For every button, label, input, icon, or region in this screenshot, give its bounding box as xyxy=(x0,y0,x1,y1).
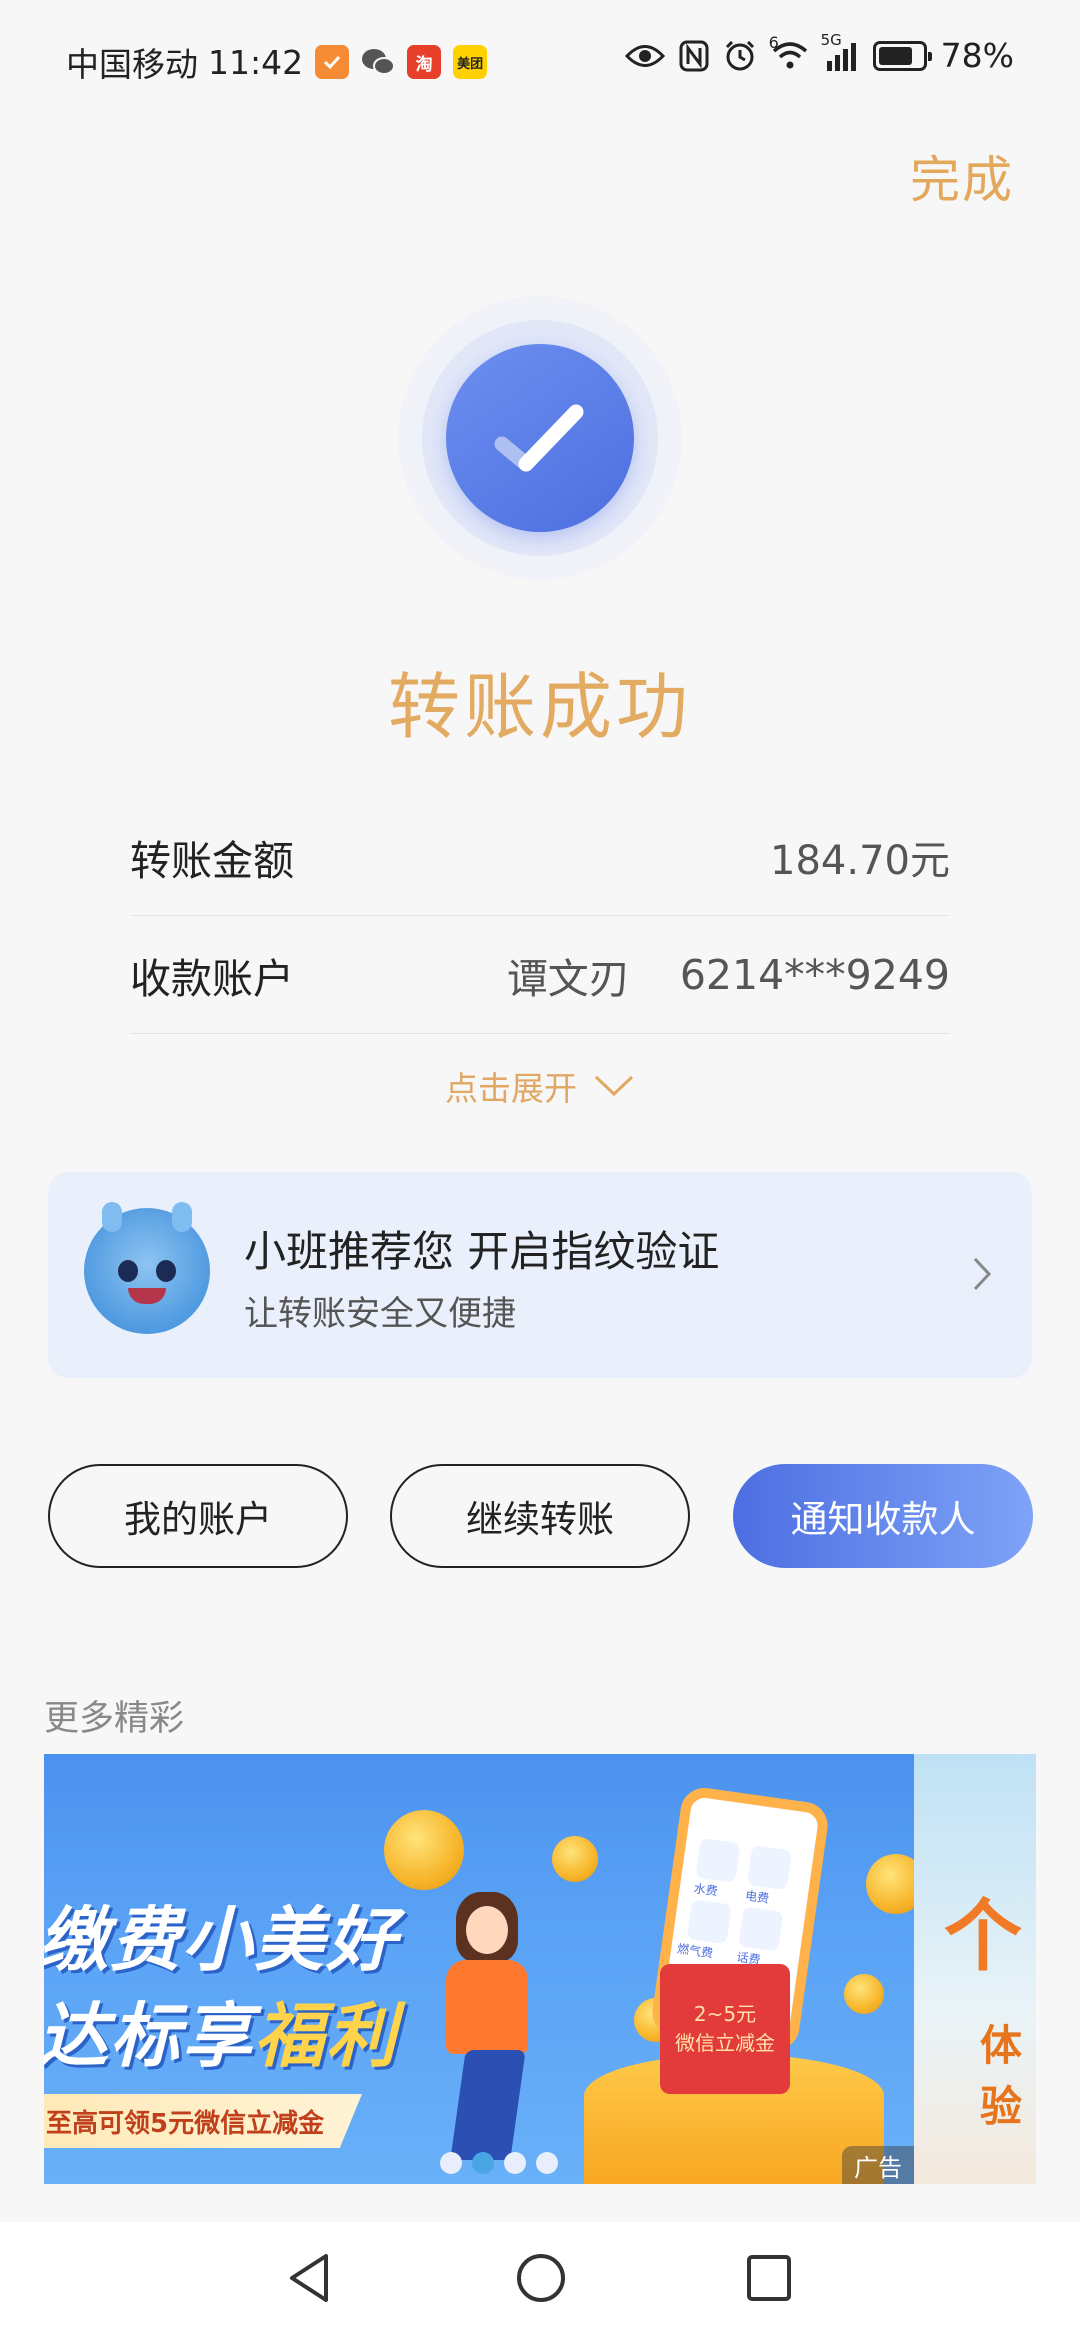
chevron-right-icon xyxy=(973,1257,992,1291)
banner-headline-1: 缴费小美好 xyxy=(44,1899,398,1981)
envelope-amount: 2~5元 xyxy=(693,2002,757,2026)
chevron-down-icon xyxy=(594,1075,634,1097)
done-button[interactable]: 完成 xyxy=(910,140,1014,212)
payee-label: 收款账户 xyxy=(130,954,294,1003)
checkin-icon xyxy=(315,45,350,79)
banner2-headline: 个 xyxy=(944,1892,1023,1982)
banner-headline-2-prefix: 达标享 xyxy=(44,1995,254,2077)
fingerprint-promo-card[interactable]: 小班推荐您 开启指纹验证 让转账安全又便捷 xyxy=(48,1172,1032,1378)
carrier-name: 中国移动 xyxy=(66,45,198,84)
success-icon-halo xyxy=(398,296,682,580)
checkmark-icon xyxy=(446,344,634,532)
notify-payee-button[interactable]: 通知收款人 xyxy=(733,1464,1033,1568)
ad-tag: 广告 xyxy=(842,2146,914,2184)
carousel-dot[interactable] xyxy=(504,2152,526,2174)
promo-title: 小班推荐您 开启指纹验证 xyxy=(244,1227,720,1276)
mascot-avatar xyxy=(84,1202,210,1334)
carousel-dot[interactable] xyxy=(536,2152,558,2174)
promo-banner[interactable]: 缴费小美好 达标享福利 至高可领5元微信立减金 水费 电费 燃气费 话费 2~5… xyxy=(44,1754,914,2184)
mascot-antler-right xyxy=(172,1202,192,1232)
battery-icon xyxy=(872,40,932,71)
tile-label-power: 电费 xyxy=(744,1888,771,1906)
banner2-subline: 体验 xyxy=(980,2021,1023,2131)
girl-illustration-body xyxy=(446,1960,528,2054)
system-nav-bar xyxy=(0,2222,1080,2340)
power-bill-tile xyxy=(746,1845,793,1891)
home-icon[interactable] xyxy=(514,2250,568,2306)
amount-value: 184.70元 xyxy=(770,837,950,884)
continue-transfer-button[interactable]: 继续转账 xyxy=(390,1464,690,1568)
girl-illustration-face xyxy=(466,1906,508,1954)
coin-icon xyxy=(552,1836,598,1882)
red-envelope: 2~5元 微信立减金 xyxy=(660,1964,790,2094)
status-right: 6 5G 78% xyxy=(624,31,1014,75)
expand-toggle[interactable]: 点击展开 xyxy=(0,1062,1080,1110)
tile-label-water: 水费 xyxy=(692,1881,719,1899)
envelope-caption: 微信立减金 xyxy=(675,2031,775,2055)
wechat-icon xyxy=(361,45,396,79)
banner-ribbon: 至高可领5元微信立减金 xyxy=(44,2094,362,2148)
payee-account: 6214***9249 xyxy=(679,950,950,999)
battery-percent: 78% xyxy=(940,36,1014,75)
network-6-label: 6 xyxy=(768,32,779,52)
my-account-button[interactable]: 我的账户 xyxy=(48,1464,348,1568)
girl-illustration-legs xyxy=(450,2050,526,2160)
coin-icon xyxy=(384,1810,464,1890)
clock: 11:42 xyxy=(208,42,304,82)
status-left: 中国移动 11:42 淘 美团 xyxy=(66,38,488,86)
mascot-eye-left xyxy=(118,1260,138,1282)
nfc-icon xyxy=(679,40,709,71)
carousel-dot[interactable] xyxy=(440,2152,462,2174)
coin-icon xyxy=(844,1974,884,2014)
tile-label-gas: 燃气费 xyxy=(676,1941,714,1961)
mascot-mouth xyxy=(128,1288,166,1304)
more-section-title: 更多精彩 xyxy=(44,1699,185,1739)
taobao-icon: 淘 xyxy=(407,45,442,79)
promo-banner-next[interactable]: 个 体验 xyxy=(914,1754,1036,2184)
meituan-icon: 美团 xyxy=(453,45,488,79)
expand-label: 点击展开 xyxy=(445,1069,577,1108)
coin-icon xyxy=(866,1854,914,1914)
wifi-indicator: 6 xyxy=(769,33,809,71)
banner-headline-2-highlight: 福利 xyxy=(254,1995,398,2077)
mascot-antler-left xyxy=(102,1202,122,1232)
eye-icon xyxy=(624,44,665,67)
amount-row: 转账金额 184.70元 xyxy=(130,798,950,916)
cell-indicator: 5G xyxy=(821,31,859,71)
result-title: 转账成功 xyxy=(387,665,692,749)
amount-label: 转账金额 xyxy=(130,836,294,885)
payee-name: 谭文刃 xyxy=(506,954,630,1003)
carousel-dot-active[interactable] xyxy=(472,2152,494,2174)
water-bill-tile xyxy=(695,1837,741,1883)
status-bar: 中国移动 11:42 淘 美团 6 5G 78% xyxy=(0,0,1080,120)
back-icon[interactable] xyxy=(284,2250,334,2306)
promo-subtitle: 让转账安全又便捷 xyxy=(244,1294,516,1334)
recents-icon[interactable] xyxy=(744,2250,794,2306)
network-5g-label: 5G xyxy=(820,30,842,49)
phone-bill-tile xyxy=(738,1906,784,1952)
banner-headline-2: 达标享福利 xyxy=(44,1980,398,2081)
mascot-eye-right xyxy=(156,1260,176,1282)
alarm-icon xyxy=(725,40,754,70)
carousel-dots xyxy=(440,2152,558,2174)
gas-bill-tile xyxy=(686,1899,732,1945)
payee-row: 收款账户 谭文刃 6214***9249 xyxy=(130,916,950,1034)
